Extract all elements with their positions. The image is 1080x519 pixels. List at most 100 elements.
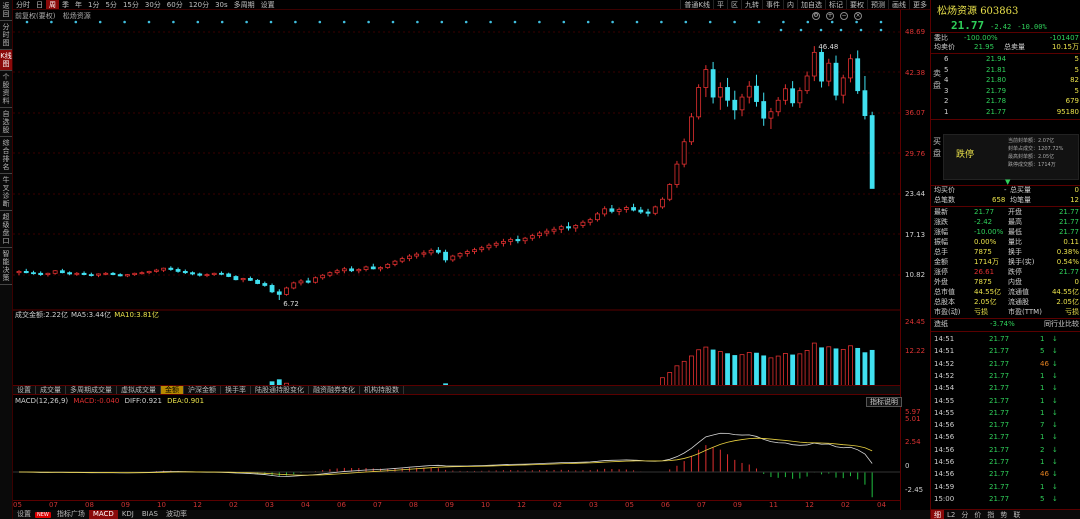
- stat-row: 金额 1714万 换手(实) 0.54%: [934, 258, 1079, 267]
- date-tick-3: 09: [121, 501, 130, 509]
- price-tick-4: 23.44: [905, 190, 926, 198]
- candle-body: [262, 283, 268, 286]
- tool-button-8[interactable]: 要权: [846, 0, 867, 9]
- candle-body: [645, 211, 651, 214]
- period-tab-1[interactable]: 日: [33, 0, 46, 9]
- tick-time: 14:56: [934, 445, 955, 454]
- period-tab-5[interactable]: 1分: [85, 0, 102, 9]
- period-tab-0[interactable]: 分时: [13, 0, 33, 9]
- tool-button-1[interactable]: 平: [713, 0, 727, 9]
- quote-tab-5[interactable]: 势: [997, 510, 1010, 519]
- sidebar-tab-5[interactable]: 综合排名: [0, 137, 12, 174]
- tool-button-2[interactable]: 区: [727, 0, 741, 9]
- sidebar-tab-3[interactable]: 个股资料: [0, 71, 12, 108]
- tool-button-6[interactable]: 加自选: [797, 0, 825, 9]
- quote-tab-6[interactable]: 联: [1010, 510, 1023, 519]
- event-dot: [635, 20, 639, 24]
- industry-compare-link[interactable]: 同行业比较: [1044, 320, 1079, 329]
- tool-button-3[interactable]: 九转: [741, 0, 762, 9]
- volume-tab-7[interactable]: 陆股通持股变化: [251, 386, 309, 394]
- candle-body: [457, 253, 463, 257]
- volume-tabs: 设置 成交量 多周期成交量 虚拟成交量 金额 沪深金额 换手率 陆股通持股变化 融资融券变化 机构…: [13, 385, 900, 395]
- volume-tab-0[interactable]: 设置: [13, 386, 36, 394]
- indicator-tab-0[interactable]: 指标广场: [53, 510, 89, 519]
- candle-body: [52, 270, 58, 274]
- volume-tab-8[interactable]: 融资融券变化: [309, 386, 360, 394]
- indicator-tab-2[interactable]: KDJ: [118, 510, 138, 519]
- tick-price: 21.77: [989, 458, 1010, 466]
- tool-button-5[interactable]: 内: [783, 0, 797, 9]
- date-tick-11: 08: [409, 501, 418, 509]
- event-dot: [708, 20, 712, 24]
- candle-body: [146, 270, 152, 274]
- sidebar-tab-0[interactable]: 返回: [0, 0, 12, 21]
- volume-tab-5[interactable]: 沪深金额: [184, 386, 221, 394]
- volume-tab-1[interactable]: 成交量: [36, 386, 66, 394]
- period-tab-4[interactable]: 年: [72, 0, 85, 9]
- quote-tab-4[interactable]: 指: [984, 510, 997, 519]
- indicator-tab-3[interactable]: BIAS: [138, 510, 162, 519]
- volume-tab-6[interactable]: 换手率: [221, 386, 251, 394]
- event-dot: [464, 20, 468, 24]
- period-tab-6[interactable]: 5分: [102, 0, 119, 9]
- macd-tick-1: 5.01: [905, 415, 921, 423]
- tool-button-4[interactable]: 事件: [762, 0, 783, 9]
- sidebar-tab-2[interactable]: K线图: [0, 50, 12, 71]
- tool-button-11[interactable]: 更多: [909, 0, 930, 9]
- stat-value: -2.42: [974, 218, 993, 226]
- price-tick-2: 36.07: [905, 109, 926, 117]
- quote-tab-1[interactable]: L2: [944, 510, 958, 519]
- candle-body: [67, 272, 73, 275]
- settings-tab[interactable]: 设置: [13, 510, 35, 519]
- indicator-tab-4[interactable]: 波动率: [162, 510, 191, 519]
- volume-tab-4[interactable]: 金额: [161, 386, 184, 394]
- tick-time: 14:56: [934, 421, 955, 430]
- period-tab-3[interactable]: 季: [59, 0, 72, 9]
- sidebar-tab-7[interactable]: 超级盘口: [0, 211, 12, 248]
- sidebar-tab-1[interactable]: 分时图: [0, 21, 12, 50]
- period-tab-8[interactable]: 30分: [142, 0, 164, 9]
- quote-tab-2[interactable]: 分: [958, 510, 971, 519]
- sidebar-tab-6[interactable]: 牛叉诊断: [0, 174, 12, 211]
- event-dot: [367, 20, 370, 24]
- main-chart[interactable]: 46.48 6.72: [13, 10, 900, 500]
- tick-price: 21.77: [989, 408, 1010, 417]
- tool-button-0[interactable]: 普通K线: [680, 0, 713, 9]
- date-tick-5: 12: [193, 501, 202, 509]
- event-dot: [586, 20, 590, 24]
- volume-tab-3[interactable]: 虚拟成交量: [117, 386, 161, 394]
- period-tab-7[interactable]: 15分: [120, 0, 142, 9]
- tool-button-10[interactable]: 画线: [888, 0, 909, 9]
- period-tab-2[interactable]: 周: [46, 0, 59, 9]
- candle-body: [38, 272, 44, 275]
- quote-panel: 松炀资源 603863 21.77 -2.42 -10.00% 委比 -100.00%…: [930, 0, 1080, 519]
- stat-value: 0: [1074, 278, 1079, 286]
- tool-button-9[interactable]: 预测: [867, 0, 888, 9]
- indicator-info-button[interactable]: 指标说明: [866, 397, 902, 407]
- tick-volume: 1: [1040, 482, 1045, 491]
- avg-sell-row: 均卖价 21.95 总卖量 10.15万: [934, 43, 1079, 51]
- period-tab-10[interactable]: 120分: [186, 0, 212, 9]
- period-tab-11[interactable]: 30s: [212, 0, 231, 9]
- stat-value: 1714万: [974, 258, 999, 266]
- volume-tab-9[interactable]: 机构持股数: [360, 386, 404, 394]
- candle-body: [392, 260, 398, 265]
- tool-button-7[interactable]: 标记: [825, 0, 846, 9]
- date-tick-16: 03: [589, 501, 598, 509]
- candle-body: [529, 235, 535, 239]
- indicator-tab-1[interactable]: MACD: [88, 510, 118, 519]
- tick-volume: 1: [1040, 458, 1045, 466]
- quote-tab-3[interactable]: 价: [971, 510, 984, 519]
- period-tab-13[interactable]: 设置: [258, 0, 278, 9]
- period-tab-12[interactable]: 多周期: [231, 0, 258, 9]
- sidebar-tab-4[interactable]: 自选股: [0, 108, 12, 137]
- stat-value: 21.77: [1058, 218, 1079, 226]
- candle-body: [508, 239, 514, 242]
- volume-tab-2[interactable]: 多周期成交量: [66, 386, 117, 394]
- period-tab-9[interactable]: 60分: [164, 0, 186, 9]
- candle-body: [276, 291, 282, 295]
- tick-volume: 2: [1040, 445, 1045, 454]
- sidebar-tab-8[interactable]: 智能决策: [0, 248, 12, 285]
- quote-tab-0[interactable]: 细: [931, 510, 944, 519]
- ask-row: 4 21.80 82: [934, 76, 1079, 85]
